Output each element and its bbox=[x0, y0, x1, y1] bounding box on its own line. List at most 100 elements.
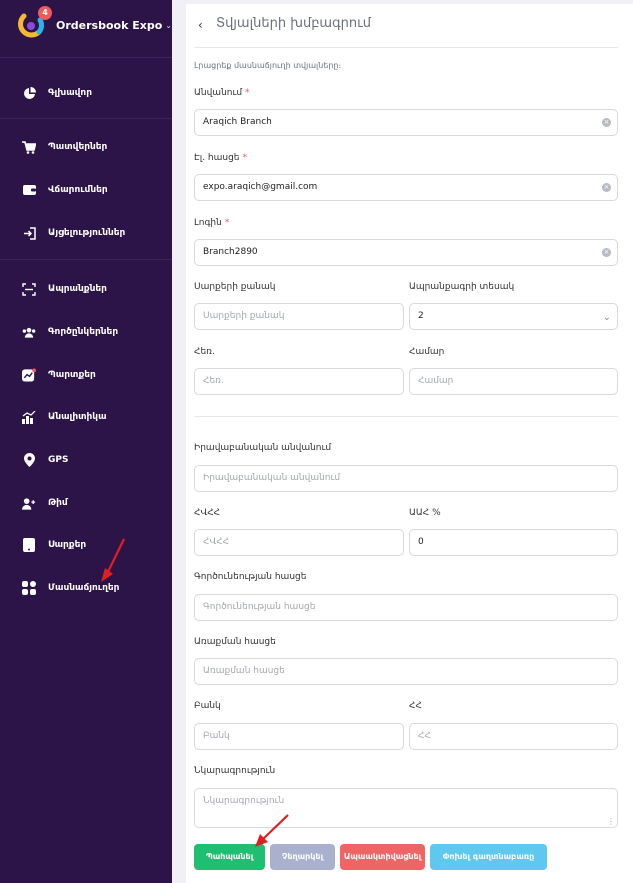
sidebar-item-label: Այցելություններ bbox=[48, 228, 126, 238]
clear-icon[interactable]: × bbox=[602, 183, 611, 192]
back-arrow-icon[interactable]: ‹ bbox=[198, 18, 203, 32]
sidebar-item-label: Անալիտիկա bbox=[48, 412, 107, 422]
phone-input[interactable]: Հեռ. bbox=[194, 368, 404, 395]
sidebar-item-debts[interactable]: Պարտքեր bbox=[22, 365, 96, 385]
devices-count-input[interactable]: Սարքերի քանակ bbox=[194, 303, 404, 330]
panel-header: ‹ Տվյալների խմբագրում bbox=[186, 4, 633, 46]
email-input[interactable]: expo.araqich@gmail.com × bbox=[194, 174, 618, 201]
sidebar-item-label: Վճարումներ bbox=[48, 185, 108, 195]
login-input[interactable]: Branch2890 × bbox=[194, 239, 618, 266]
price-list-type-value: 2 bbox=[418, 311, 424, 321]
devices-count-label: Սարքերի քանակ bbox=[194, 282, 276, 292]
activity-address-label: Գործունեության հասցե bbox=[194, 572, 307, 582]
description-placeholder: Նկարագրություն bbox=[203, 796, 285, 806]
sidebar-item-visits[interactable]: Այցելություններ bbox=[22, 223, 125, 243]
brand-switcher[interactable]: 4 Ordersbook Expo ⌄ bbox=[16, 6, 172, 40]
name-label-text: Անվանում bbox=[194, 88, 243, 98]
divider bbox=[0, 118, 172, 119]
divider bbox=[194, 416, 618, 417]
change-password-button[interactable]: Փոխել գաղտնաբառը bbox=[430, 844, 547, 870]
legal-name-label: Իրավաբանական անվանում bbox=[194, 443, 332, 453]
tin-input[interactable]: ՀՎՀՀ bbox=[194, 529, 404, 556]
notification-badge: 4 bbox=[38, 6, 52, 20]
sidebar-item-partners[interactable]: Գործընկերներ bbox=[22, 322, 118, 342]
bar-chart-icon bbox=[22, 410, 36, 424]
activity-address-input[interactable]: Գործունեության հասցե bbox=[194, 594, 618, 621]
sidebar-item-label: Ապրանքներ bbox=[48, 284, 107, 294]
number-label: Համար bbox=[409, 347, 445, 357]
login-icon bbox=[22, 226, 36, 240]
users-icon bbox=[22, 325, 36, 339]
vat-label: ԱԱՀ % bbox=[409, 508, 441, 518]
phone-label: Հեռ. bbox=[194, 347, 215, 357]
save-button[interactable]: Պահպանել bbox=[194, 844, 265, 870]
price-list-type-select[interactable]: 2 ⌄ bbox=[409, 303, 618, 330]
sidebar-item-label: Թիմ bbox=[48, 498, 68, 508]
sidebar-item-label: GPS bbox=[48, 455, 69, 465]
sidebar-item-branches[interactable]: Մասնաճյուղեր bbox=[22, 578, 119, 598]
required-mark: * bbox=[245, 88, 250, 98]
sidebar-item-orders[interactable]: Պատվերներ bbox=[22, 137, 107, 157]
sidebar-item-label: Գլխավոր bbox=[48, 88, 92, 98]
divider bbox=[0, 259, 172, 260]
pie-chart-icon bbox=[22, 86, 36, 100]
team-icon bbox=[22, 496, 36, 510]
grid-icon bbox=[22, 581, 36, 595]
chevron-down-icon: ⌄ bbox=[165, 20, 172, 30]
price-list-type-label: Ապրանքագրի տեսակ bbox=[409, 282, 515, 292]
clear-icon[interactable]: × bbox=[602, 118, 611, 127]
email-label-text: Էլ. հասցե bbox=[194, 153, 240, 163]
resize-handle-icon[interactable]: ⋮ bbox=[607, 817, 615, 826]
sidebar-item-label: Մասնաճյուղեր bbox=[48, 583, 120, 593]
device-icon bbox=[22, 538, 36, 552]
login-value: Branch2890 bbox=[203, 247, 258, 257]
description-label: Նկարագրություն bbox=[194, 766, 276, 776]
bank-label: Բանկ bbox=[194, 701, 221, 711]
edit-branch-panel: ‹ Տվյալների խմբագրում Լրացրեք մասնաճյուղ… bbox=[186, 4, 633, 883]
required-mark: * bbox=[242, 153, 248, 163]
delivery-address-label: Առաքման հասցե bbox=[194, 637, 276, 647]
sidebar-item-label: Պատվերներ bbox=[48, 142, 108, 152]
email-value: expo.araqich@gmail.com bbox=[203, 182, 318, 192]
legal-name-input[interactable]: Իրավաբանական անվանում bbox=[194, 465, 618, 492]
account-input[interactable]: ՀՀ bbox=[409, 723, 618, 750]
sidebar-item-home[interactable]: Գլխավոր bbox=[22, 83, 92, 103]
sidebar-item-products[interactable]: Ապրանքներ bbox=[22, 279, 107, 299]
sidebar-item-label: Սարքեր bbox=[48, 540, 87, 550]
required-mark: * bbox=[224, 218, 230, 228]
account-label: ՀՀ bbox=[409, 701, 422, 711]
sidebar: 4 Ordersbook Expo ⌄ Գլխավոր Պատվերներ Վճ… bbox=[0, 0, 172, 883]
divider bbox=[194, 47, 618, 48]
name-label: Անվանում * bbox=[194, 88, 250, 98]
trend-chart-icon bbox=[22, 368, 36, 382]
deactivate-button[interactable]: Ապաակտիվացնել bbox=[340, 844, 425, 870]
page-title: Տվյալների խմբագրում bbox=[216, 16, 372, 31]
app-logo: 4 bbox=[16, 6, 52, 40]
barcode-scan-icon bbox=[22, 282, 36, 296]
divider bbox=[0, 57, 172, 58]
cancel-button[interactable]: Չեղարկել bbox=[270, 844, 335, 870]
name-input[interactable]: Araqich Branch × bbox=[194, 109, 618, 136]
vat-input[interactable]: 0 bbox=[409, 529, 618, 556]
bank-input[interactable]: Բանկ bbox=[194, 723, 404, 750]
name-value: Araqich Branch bbox=[203, 117, 272, 127]
brand-name: Ordersbook Expo bbox=[56, 18, 163, 32]
clear-icon[interactable]: × bbox=[602, 248, 611, 257]
sidebar-item-label: Պարտքեր bbox=[48, 370, 96, 380]
sidebar-item-payments[interactable]: Վճարումներ bbox=[22, 180, 108, 200]
delivery-address-input[interactable]: Առաքման հասցե bbox=[194, 658, 618, 685]
tin-label: ՀՎՀՀ bbox=[194, 508, 221, 518]
wallet-icon bbox=[22, 183, 36, 197]
sidebar-item-label: Գործընկերներ bbox=[48, 327, 119, 337]
cart-icon bbox=[22, 140, 36, 154]
description-textarea[interactable]: Նկարագրություն ⋮ bbox=[194, 788, 618, 828]
sidebar-item-devices[interactable]: Սարքեր bbox=[22, 535, 86, 555]
login-label-text: Լոգին bbox=[194, 218, 222, 228]
location-pin-icon bbox=[22, 453, 36, 467]
sidebar-item-analytics[interactable]: Անալիտիկա bbox=[22, 407, 107, 427]
login-label: Լոգին * bbox=[194, 218, 229, 228]
sidebar-item-gps[interactable]: GPS bbox=[22, 450, 68, 470]
sidebar-item-team[interactable]: Թիմ bbox=[22, 493, 68, 513]
number-input[interactable]: Համար bbox=[409, 368, 618, 395]
chevron-down-icon: ⌄ bbox=[602, 312, 611, 323]
